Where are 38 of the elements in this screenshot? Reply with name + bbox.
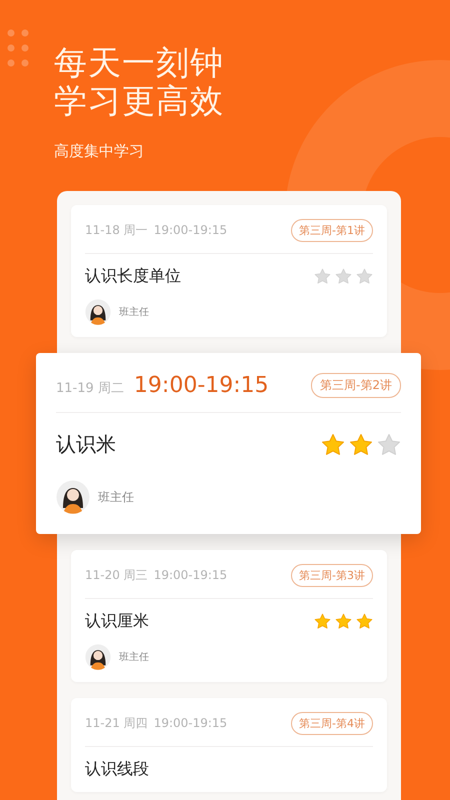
lesson-date: 11-20 周三 bbox=[85, 567, 148, 584]
subtitle: 高度集中学习 bbox=[54, 142, 145, 161]
lesson-time: 19:00-19:15 bbox=[134, 373, 269, 398]
lesson-time: 19:00-19:15 bbox=[154, 568, 228, 582]
teacher-label: 班主任 bbox=[98, 488, 134, 506]
lesson-card[interactable]: 11-20 周三 19:00-19:15 第三周-第3讲 认识厘米 班主任 bbox=[71, 550, 387, 682]
star-icon bbox=[377, 432, 401, 456]
star-icon bbox=[349, 432, 373, 456]
lesson-card[interactable]: 11-18 周一 19:00-19:15 第三周-第1讲 认识长度单位 班主任 bbox=[71, 205, 387, 337]
lesson-time: 19:00-19:15 bbox=[154, 716, 228, 730]
lesson-title: 认识长度单位 bbox=[85, 266, 181, 287]
lesson-tag: 第三周-第3讲 bbox=[291, 564, 373, 587]
star-icon bbox=[335, 613, 352, 630]
lesson-tag: 第三周-第1讲 bbox=[291, 219, 373, 242]
dots-decoration bbox=[8, 30, 28, 66]
teacher-label: 班主任 bbox=[119, 650, 149, 664]
lesson-card[interactable]: 11-19 周二 19:00-19:15 第三周-第2讲 认识米 班主任 bbox=[36, 353, 421, 534]
star-icon bbox=[335, 268, 352, 285]
headline: 每天一刻钟 学习更高效 bbox=[54, 44, 225, 120]
lesson-title: 认识线段 bbox=[85, 759, 149, 780]
lesson-card[interactable]: 11-21 周四 19:00-19:15 第三周-第4讲 认识线段 bbox=[71, 698, 387, 792]
lesson-date: 11-19 周二 bbox=[56, 380, 124, 397]
lesson-title: 认识米 bbox=[56, 431, 116, 458]
star-icon bbox=[356, 268, 373, 285]
lesson-date: 11-21 周四 bbox=[85, 715, 148, 732]
avatar-icon bbox=[56, 480, 90, 514]
avatar-icon bbox=[85, 299, 111, 325]
star-icon bbox=[321, 432, 345, 456]
lesson-time: 19:00-19:15 bbox=[154, 223, 228, 237]
star-icon bbox=[314, 613, 331, 630]
star-icon bbox=[356, 613, 373, 630]
avatar-icon bbox=[85, 644, 111, 670]
lesson-title: 认识厘米 bbox=[85, 611, 149, 632]
star-icon bbox=[314, 268, 331, 285]
lesson-tag: 第三周-第2讲 bbox=[311, 373, 401, 398]
lesson-tag: 第三周-第4讲 bbox=[291, 712, 373, 735]
teacher-label: 班主任 bbox=[119, 306, 149, 319]
lesson-date: 11-18 周一 bbox=[85, 222, 148, 239]
